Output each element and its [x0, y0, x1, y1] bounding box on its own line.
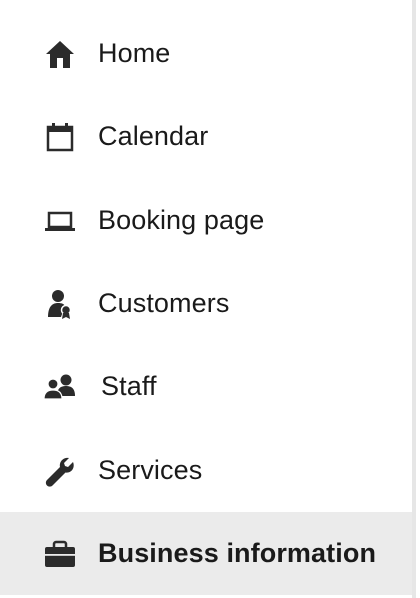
wrench-icon: [42, 453, 78, 489]
nav-item-label: Services: [98, 455, 203, 485]
nav-item-services[interactable]: Services: [0, 429, 416, 512]
nav-item-label: Booking page: [98, 205, 265, 235]
nav-item-label: Business information: [98, 538, 377, 568]
customer-icon: [42, 286, 78, 322]
calendar-icon: [42, 119, 78, 155]
nav-item-label: Customers: [98, 288, 230, 318]
nav-item-customers[interactable]: Customers: [0, 262, 416, 345]
nav-item-label: Home: [98, 38, 171, 68]
nav-item-booking-page[interactable]: Booking page: [0, 179, 416, 262]
scrollbar-track[interactable]: [412, 0, 416, 598]
nav-menu: Home Calendar Booking page Customers Sta…: [0, 0, 416, 598]
nav-item-label: Staff: [101, 371, 157, 401]
people-icon: [42, 369, 78, 405]
nav-item-label: Calendar: [98, 121, 209, 151]
laptop-icon: [42, 203, 78, 239]
briefcase-icon: [42, 536, 78, 572]
home-icon: [42, 36, 78, 72]
nav-item-home[interactable]: Home: [0, 12, 416, 95]
nav-item-calendar[interactable]: Calendar: [0, 95, 416, 178]
nav-item-staff[interactable]: Staff: [0, 345, 416, 428]
nav-item-business-information[interactable]: Business information: [0, 512, 416, 595]
